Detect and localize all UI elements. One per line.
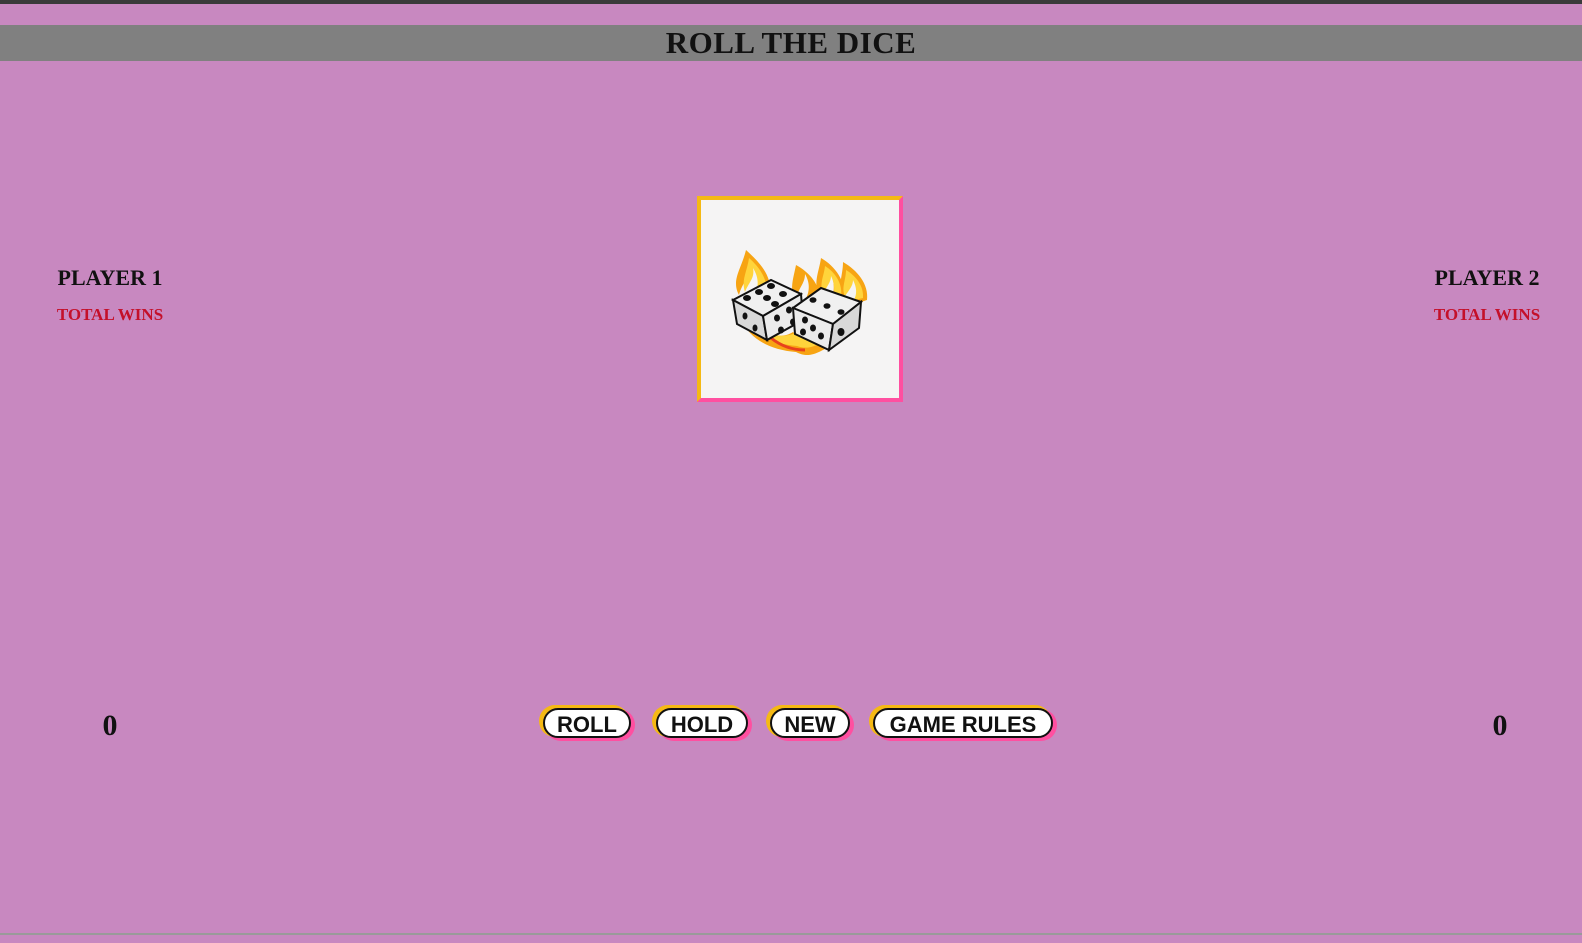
hold-button[interactable]: HOLD [656, 708, 748, 738]
dice-image-frame [697, 196, 903, 402]
new-game-button[interactable]: NEW [770, 708, 850, 738]
player-2-panel: PLAYER 2 TOTAL WINS [1377, 262, 1582, 326]
title-bar: ROLL THE DICE [0, 25, 1582, 61]
game-rules-button[interactable]: GAME RULES [873, 708, 1053, 738]
bottom-edge [0, 933, 1582, 935]
player-1-wins-label: TOTAL WINS [56, 305, 164, 324]
player-1-name: PLAYER 1 [57, 265, 163, 290]
player-2-score: 0 [1492, 709, 1508, 742]
page-title: ROLL THE DICE [665, 25, 917, 60]
flaming-dice-icon [730, 250, 868, 356]
roll-button[interactable]: ROLL [543, 708, 631, 738]
player-2-name: PLAYER 2 [1434, 265, 1540, 290]
player-1-panel: PLAYER 1 TOTAL WINS [0, 262, 220, 326]
top-edge [0, 0, 1582, 4]
player-1-score: 0 [102, 709, 118, 742]
player-2-wins-label: TOTAL WINS [1433, 305, 1541, 324]
